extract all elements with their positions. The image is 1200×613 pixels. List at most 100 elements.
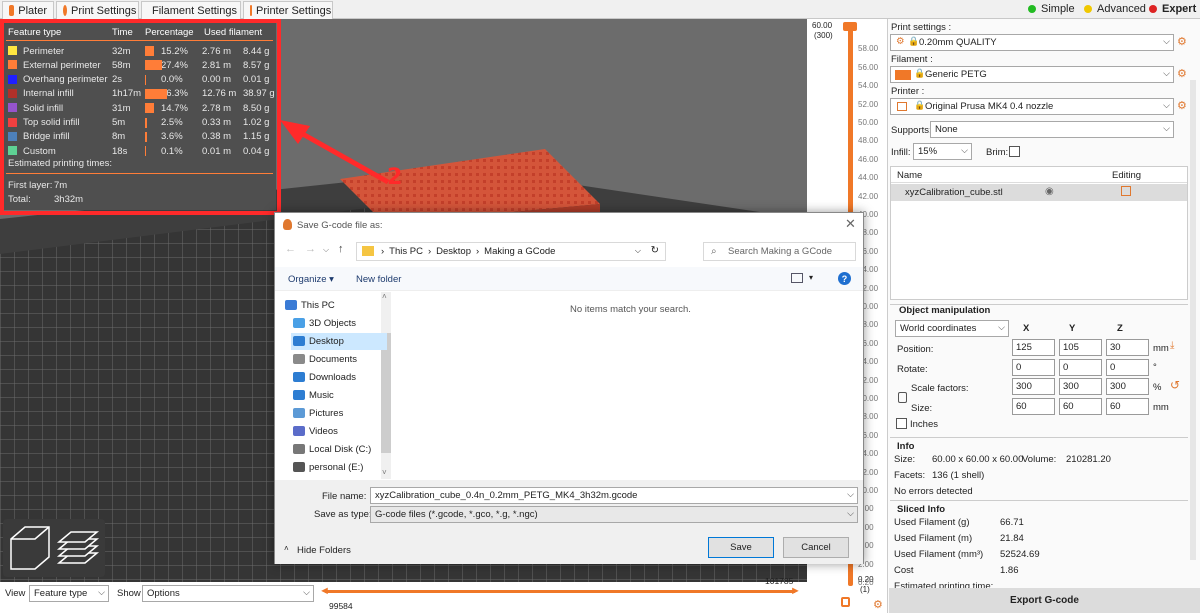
nav-item[interactable]: This PC bbox=[283, 297, 379, 314]
drop-to-bed-icon[interactable]: ⤓ bbox=[1170, 340, 1174, 351]
infill-select[interactable]: 15% ⌵ bbox=[913, 143, 972, 160]
export-gcode-button[interactable]: Export G-code bbox=[889, 588, 1200, 613]
size-x-input[interactable]: 60 bbox=[1012, 398, 1055, 415]
rotate-x-input[interactable]: 0 bbox=[1012, 359, 1055, 376]
breadcrumb-folder[interactable]: Making a GCode bbox=[484, 246, 555, 257]
ruler-tick-label: 50.00 bbox=[858, 118, 879, 127]
3d-view-cube-icon[interactable] bbox=[7, 523, 53, 573]
reset-scale-icon[interactable]: ↺ bbox=[1170, 378, 1180, 392]
save-as-type-select[interactable]: G-code files (*.gcode, *.gco, *.g, *.ngc… bbox=[370, 506, 858, 523]
slider-right-arrow-icon[interactable]: ► bbox=[790, 585, 801, 597]
filament-select[interactable]: 🔒 Generic PETG ⌵ bbox=[890, 66, 1174, 83]
nav-item[interactable]: Downloads bbox=[291, 369, 387, 386]
hide-folders-button[interactable]: Hide Folders bbox=[297, 545, 351, 556]
organize-button[interactable]: Organize ▾ bbox=[288, 274, 334, 285]
rotate-y-input[interactable]: 0 bbox=[1059, 359, 1102, 376]
breadcrumb-this-pc[interactable]: This PC bbox=[389, 246, 423, 257]
tab-filament-settings[interactable]: Filament Settings bbox=[141, 1, 241, 19]
nav-item[interactable]: Videos bbox=[291, 423, 387, 440]
chevron-up-icon[interactable]: ˄ bbox=[284, 544, 289, 553]
size-z-input[interactable]: 60 bbox=[1106, 398, 1149, 415]
layers-view-icon[interactable] bbox=[55, 523, 101, 573]
lock-icon[interactable] bbox=[841, 597, 850, 607]
filament-edit-icon[interactable]: ⚙ bbox=[1177, 67, 1187, 80]
inches-checkbox[interactable] bbox=[896, 418, 907, 429]
print-settings-edit-icon[interactable]: ⚙ bbox=[1177, 35, 1187, 48]
save-button[interactable]: Save bbox=[708, 537, 774, 558]
recent-locations-icon[interactable]: ⌵ bbox=[323, 245, 329, 255]
nav-item-label: This PC bbox=[301, 300, 335, 311]
search-icon: ⌕ bbox=[711, 246, 717, 257]
file-name-input[interactable]: xyzCalibration_cube_0.4n_0.2mm_PETG_MK4_… bbox=[370, 487, 858, 504]
expert-dot-icon bbox=[1149, 5, 1157, 13]
size-y-input[interactable]: 60 bbox=[1059, 398, 1102, 415]
refresh-icon[interactable]: ↻ bbox=[651, 245, 659, 256]
help-icon[interactable]: ? bbox=[838, 272, 851, 285]
chevron-down-icon[interactable]: ⌵ bbox=[635, 246, 641, 256]
cog-icon[interactable]: ⚙ bbox=[873, 598, 883, 611]
breadcrumb-desktop[interactable]: Desktop bbox=[436, 246, 471, 257]
position-x-input[interactable]: 125 bbox=[1012, 339, 1055, 356]
nav-item-label: Documents bbox=[309, 354, 358, 365]
move-slider-track[interactable] bbox=[325, 590, 795, 593]
chevron-down-icon[interactable]: ⌵ bbox=[847, 489, 854, 500]
mode-expert[interactable]: Expert bbox=[1149, 3, 1196, 15]
chevron-down-icon[interactable]: ⌵ bbox=[847, 508, 854, 519]
position-y-input[interactable]: 105 bbox=[1059, 339, 1102, 356]
slider-left-arrow-icon[interactable]: ◄ bbox=[319, 585, 330, 597]
forward-arrow-icon[interactable]: → bbox=[305, 243, 316, 255]
sidebar-scrollbar[interactable] bbox=[1190, 80, 1196, 560]
nav-item[interactable]: Pictures bbox=[291, 405, 387, 422]
ruler-tick-label: 0.20 bbox=[858, 578, 874, 587]
ruler-tick-label: 52.00 bbox=[858, 99, 879, 109]
nav-item[interactable]: personal (E:) bbox=[291, 459, 387, 476]
scroll-up-icon[interactable]: ˄ bbox=[382, 292, 387, 301]
brim-checkbox[interactable] bbox=[1009, 146, 1020, 157]
cancel-button[interactable]: Cancel bbox=[783, 537, 849, 558]
view-type-value: Feature type bbox=[34, 588, 88, 599]
address-bar[interactable]: › This PC › Desktop › Making a GCode ⌵ ↻ bbox=[356, 242, 666, 261]
nav-item[interactable]: Documents bbox=[291, 351, 387, 368]
breadcrumb-separator-icon: › bbox=[381, 246, 385, 257]
print-settings-select[interactable]: ⚙ 🔒 0.20mm QUALITY ⌵ bbox=[890, 34, 1174, 51]
edit-settings-icon[interactable] bbox=[1121, 186, 1131, 196]
printer-select[interactable]: 🔒 Original Prusa MK4 0.4 nozzle ⌵ bbox=[890, 98, 1174, 115]
scale-x-input[interactable]: 300 bbox=[1012, 378, 1055, 395]
lock-icon[interactable] bbox=[898, 392, 907, 403]
mode-simple[interactable]: Simple bbox=[1028, 3, 1075, 15]
scale-factors-label: Scale factors: bbox=[911, 383, 969, 394]
mode-advanced[interactable]: Advanced bbox=[1084, 3, 1146, 15]
this-pc-icon bbox=[285, 300, 297, 310]
filament-color-swatch[interactable] bbox=[895, 70, 911, 80]
layer-slider-top-thumb[interactable] bbox=[843, 22, 857, 31]
scale-z-input[interactable]: 300 bbox=[1106, 378, 1149, 395]
coordinate-system-select[interactable]: World coordinates ⌵ bbox=[895, 320, 1009, 337]
view-options-icon[interactable] bbox=[791, 273, 803, 283]
rotate-z-input[interactable]: 0 bbox=[1106, 359, 1149, 376]
nav-item[interactable]: 3D Objects bbox=[291, 315, 387, 332]
scale-y-input[interactable]: 300 bbox=[1059, 378, 1102, 395]
search-placeholder: Search Making a GCode bbox=[728, 246, 833, 257]
close-icon[interactable]: ✕ bbox=[845, 216, 856, 232]
nav-item[interactable]: Local Disk (C:) bbox=[291, 441, 387, 458]
nav-item[interactable]: Music bbox=[291, 387, 387, 404]
print-settings-value: 0.20mm QUALITY bbox=[919, 37, 997, 48]
new-folder-button[interactable]: New folder bbox=[356, 274, 401, 285]
eye-icon[interactable]: ◉ bbox=[1045, 186, 1054, 197]
chevron-down-icon: ⌵ bbox=[1163, 36, 1170, 46]
supports-select[interactable]: None ⌵ bbox=[930, 121, 1174, 138]
up-arrow-icon[interactable]: ↑ bbox=[338, 243, 344, 255]
nav-item[interactable]: Desktop bbox=[291, 333, 387, 350]
info-volume-value: 210281.20 bbox=[1066, 454, 1111, 465]
view-type-select[interactable]: Feature type ⌵ bbox=[29, 585, 109, 602]
3d-objects-icon bbox=[293, 318, 305, 328]
printer-edit-icon[interactable]: ⚙ bbox=[1177, 99, 1187, 112]
back-arrow-icon[interactable]: ← bbox=[285, 243, 296, 255]
tab-plater[interactable]: Plater bbox=[2, 1, 54, 19]
tab-printer-settings[interactable]: Printer Settings bbox=[243, 1, 333, 19]
tab-print-settings[interactable]: Print Settings bbox=[56, 1, 139, 19]
chevron-down-icon[interactable]: ▾ bbox=[809, 273, 813, 282]
show-options-select[interactable]: Options ⌵ bbox=[142, 585, 314, 602]
search-box[interactable]: ⌕ Search Making a GCode bbox=[703, 242, 856, 261]
position-z-input[interactable]: 30 bbox=[1106, 339, 1149, 356]
